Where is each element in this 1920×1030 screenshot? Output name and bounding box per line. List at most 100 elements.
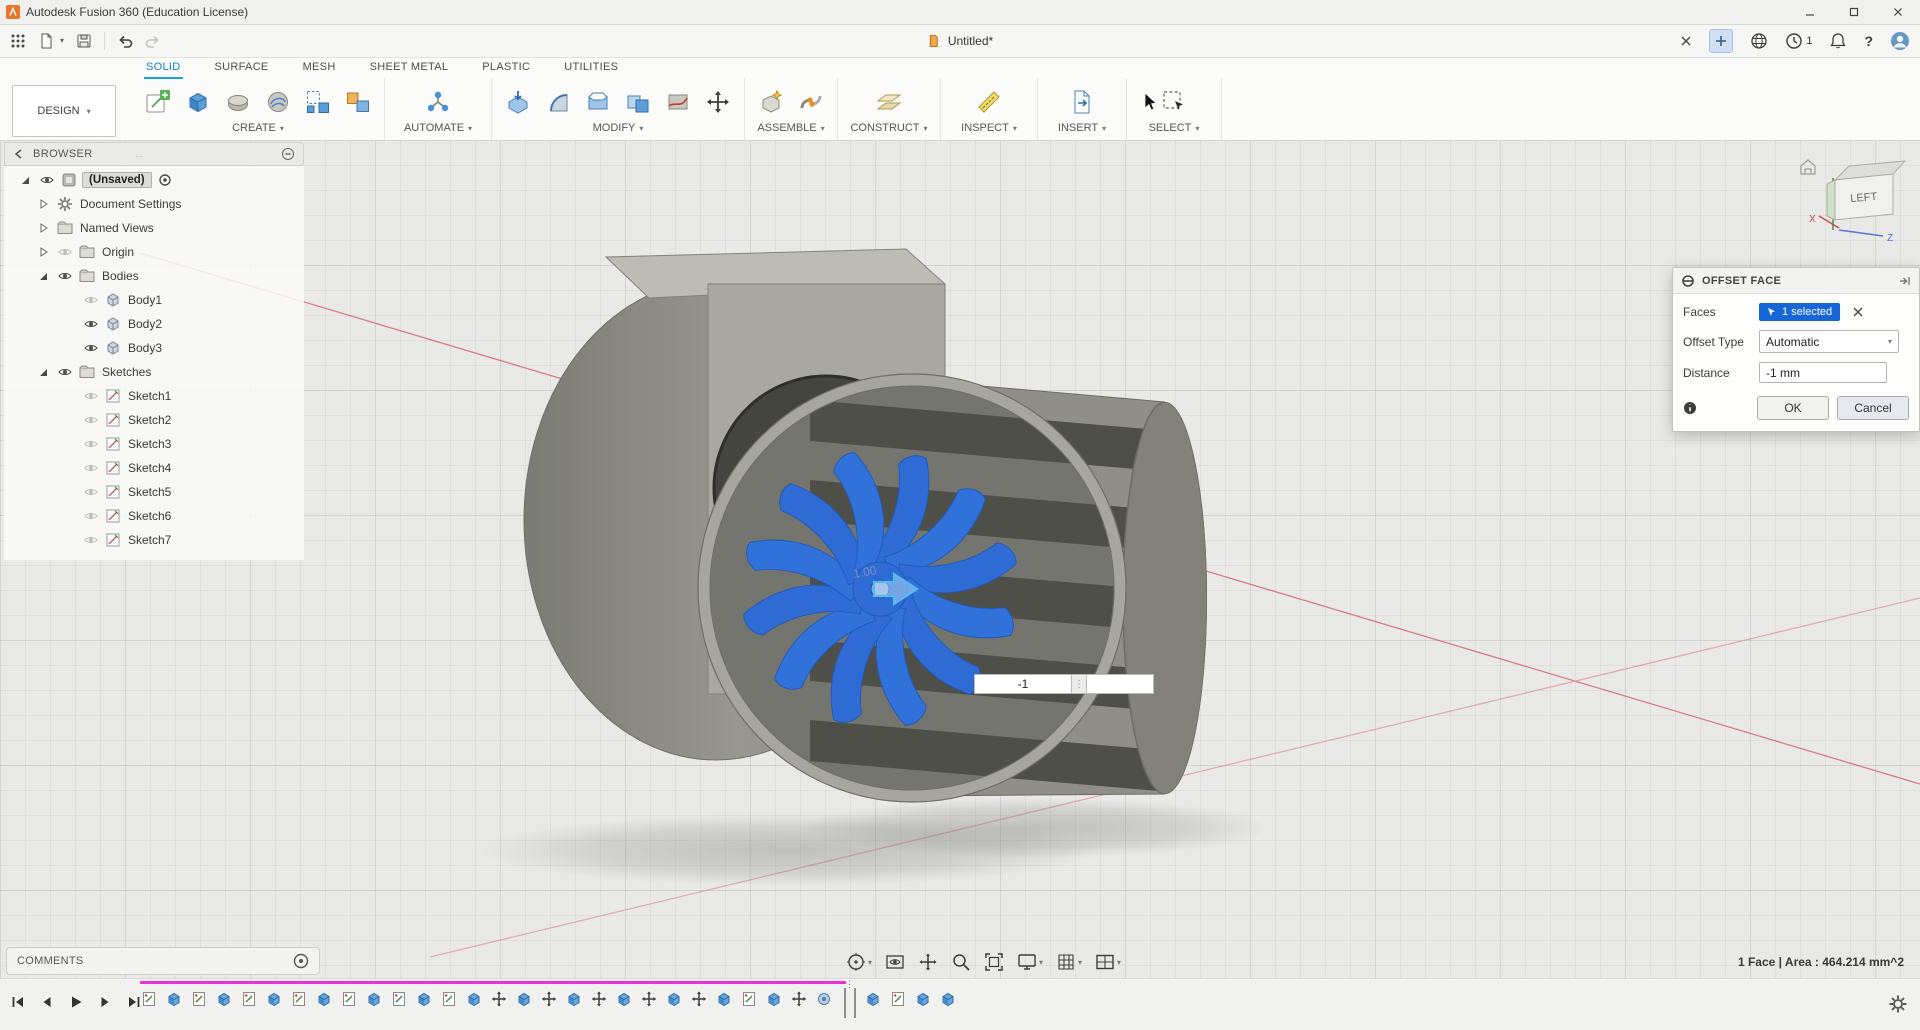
timeline-feature-extrude[interactable] (864, 989, 882, 1009)
close-button[interactable] (1876, 0, 1920, 24)
expander-open-icon[interactable] (34, 365, 52, 379)
browser-item-body1[interactable]: Body1 (4, 288, 304, 312)
ribbon-tab-mesh[interactable]: MESH (301, 57, 338, 79)
browser-item-sketch7[interactable]: Sketch7 (4, 528, 304, 552)
visibility-eye-icon[interactable] (56, 364, 74, 380)
browser-item-sketch1[interactable]: Sketch1 (4, 384, 304, 408)
timeline-feature-sketch[interactable] (140, 989, 158, 1009)
timeline-feature-extrude[interactable] (215, 989, 233, 1009)
panel-grip-icon[interactable]: … (135, 149, 146, 159)
visibility-eye-icon[interactable] (38, 172, 56, 188)
playback-step-forward-button[interactable] (95, 992, 115, 1012)
help-icon[interactable]: ? (1864, 33, 1873, 49)
new-tab-button[interactable] (1709, 28, 1734, 53)
input-drag-grip[interactable]: ⋮ (1072, 674, 1086, 694)
timeline-feature-sketch[interactable] (740, 989, 758, 1009)
dialog-expand-icon[interactable] (1899, 275, 1911, 287)
timeline-feature-revolve[interactable] (815, 989, 833, 1009)
browser-item-body2[interactable]: Body2 (4, 312, 304, 336)
model-3d[interactable]: 1.00 (470, 230, 1260, 890)
nav-pan-button[interactable] (918, 952, 938, 972)
pattern-button[interactable] (300, 84, 336, 120)
timeline-feature-sketch[interactable] (440, 989, 458, 1009)
ribbon-group-label-select[interactable]: SELECT ▾ (1149, 122, 1200, 138)
notifications-bell-icon[interactable] (1829, 32, 1847, 50)
browser-item-sketches[interactable]: Sketches (4, 360, 304, 384)
document-tab[interactable]: Untitled* (927, 34, 993, 48)
browser-item-document-settings[interactable]: Document Settings (4, 192, 304, 216)
timeline-feature-move[interactable] (790, 989, 808, 1009)
timeline-feature-extrude[interactable] (315, 989, 333, 1009)
ribbon-tab-solid[interactable]: SOLID (144, 57, 183, 79)
timeline-feature-extrude[interactable] (665, 989, 683, 1009)
ok-button[interactable]: OK (1757, 396, 1829, 420)
split-button[interactable] (660, 84, 696, 120)
ribbon-tab-sheet-metal[interactable]: SHEET METAL (368, 57, 451, 79)
nav-grid-snaps-button[interactable]: ▾ (1056, 952, 1082, 972)
derive-button[interactable] (340, 84, 376, 120)
timeline-feature-extrude[interactable] (715, 989, 733, 1009)
timeline-feature-sketch[interactable] (290, 989, 308, 1009)
comment-indicator-icon[interactable] (293, 953, 309, 969)
visibility-eye-icon[interactable] (82, 532, 100, 548)
ribbon-tab-plastic[interactable]: PLASTIC (480, 57, 532, 79)
timeline-feature-sketch[interactable] (190, 989, 208, 1009)
expander-open-icon[interactable] (34, 269, 52, 283)
comments-bar[interactable]: COMMENTS (6, 947, 320, 975)
minimize-button[interactable] (1788, 0, 1832, 24)
nav-viewports-button[interactable]: ▾ (1095, 952, 1121, 972)
browser-item-bodies[interactable]: Bodies (4, 264, 304, 288)
measure-button[interactable] (971, 84, 1007, 120)
timeline-feature-extrude[interactable] (565, 989, 583, 1009)
ribbon-tab-utilities[interactable]: UTILITIES (562, 57, 620, 79)
timeline-feature-extrude[interactable] (615, 989, 633, 1009)
press-pull-button[interactable] (500, 84, 536, 120)
visibility-eye-icon[interactable] (82, 316, 100, 332)
nav-zoom-button[interactable] (951, 952, 971, 972)
combine-button[interactable] (620, 84, 656, 120)
user-avatar[interactable] (1890, 31, 1910, 51)
globe-icon[interactable] (1750, 32, 1768, 50)
timeline-feature-extrude[interactable] (415, 989, 433, 1009)
view-cube[interactable]: X Z LEFT (1795, 152, 1915, 252)
ribbon-group-label-create[interactable]: CREATE ▾ (232, 122, 284, 138)
visibility-eye-icon[interactable] (82, 388, 100, 404)
panel-minimize-icon[interactable] (281, 147, 295, 161)
form-blob-button[interactable] (220, 84, 256, 120)
timeline-feature-sketch[interactable] (889, 989, 907, 1009)
nav-orbit-button[interactable]: ▾ (846, 952, 872, 972)
file-menu-icon[interactable] (38, 33, 54, 49)
browser-item-sketch5[interactable]: Sketch5 (4, 480, 304, 504)
move-arrows-button[interactable] (700, 84, 736, 120)
joint-button[interactable] (793, 84, 829, 120)
browser-item-sketch6[interactable]: Sketch6 (4, 504, 304, 528)
browser-item-named-views[interactable]: Named Views (4, 216, 304, 240)
visibility-eye-icon[interactable] (56, 244, 74, 260)
new-component-button[interactable] (753, 84, 789, 120)
visibility-eye-icon[interactable] (82, 412, 100, 428)
timeline-feature-move[interactable] (640, 989, 658, 1009)
dialog-header[interactable]: OFFSET FACE (1673, 268, 1919, 294)
browser-item-sketch4[interactable]: Sketch4 (4, 456, 304, 480)
browser-item-body3[interactable]: Body3 (4, 336, 304, 360)
info-icon[interactable] (1683, 401, 1697, 415)
faces-selection-chip[interactable]: 1 selected (1759, 303, 1841, 321)
timeline-feature-extrude[interactable] (365, 989, 383, 1009)
inline-secondary-input[interactable] (1086, 674, 1154, 694)
app-grid-menu-icon[interactable] (10, 33, 26, 49)
job-status-button[interactable]: 1 (1785, 32, 1812, 50)
workspace-selector[interactable]: DESIGN ▾ (12, 85, 116, 137)
create-sketch-button[interactable] (140, 84, 176, 120)
save-icon[interactable] (76, 33, 92, 49)
playback-step-back-button[interactable] (37, 992, 57, 1012)
timeline-feature-extrude[interactable] (939, 989, 957, 1009)
timeline-feature-sketch[interactable] (390, 989, 408, 1009)
browser-item-sketch3[interactable]: Sketch3 (4, 432, 304, 456)
nav-look-at-button[interactable] (885, 952, 905, 972)
expander-closed-icon[interactable] (34, 221, 52, 235)
timeline-settings-gear-icon[interactable] (1888, 994, 1908, 1014)
panel-collapse-icon[interactable] (13, 148, 25, 160)
ribbon-group-label-modify[interactable]: MODIFY ▾ (593, 122, 644, 138)
select-box-button[interactable] (1156, 84, 1192, 120)
browser-item-origin[interactable]: Origin (4, 240, 304, 264)
